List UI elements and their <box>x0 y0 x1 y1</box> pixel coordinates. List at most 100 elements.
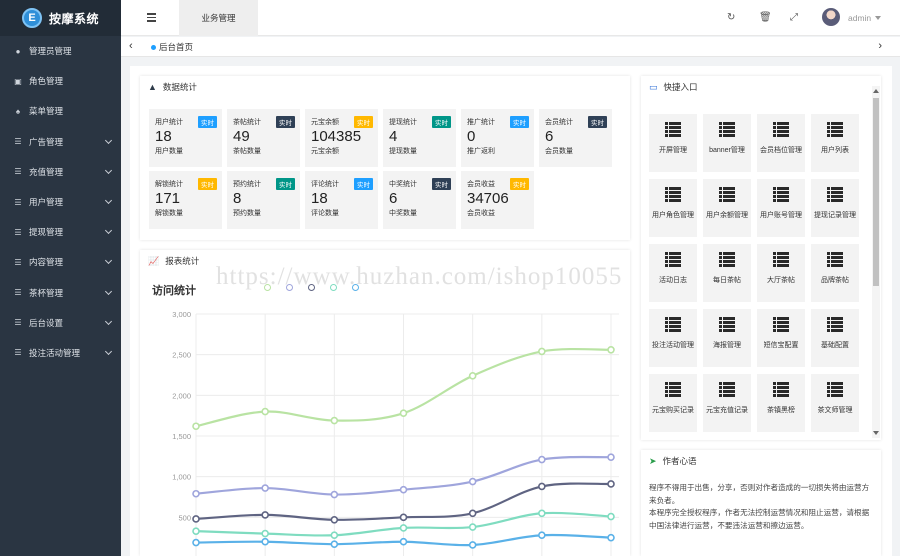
quick-entry-item[interactable]: 开屏管理 <box>649 114 697 172</box>
quick-entry-item[interactable]: 短信宝配置 <box>757 309 805 367</box>
sidebar-item[interactable]: ☰ 提现管理 <box>0 217 121 247</box>
quick-entry-item[interactable]: 提现记录管理 <box>811 179 859 237</box>
user-icon: ● <box>15 46 21 56</box>
top-header: 业务管理 ↻ 🗑 ⤢ admin <box>121 0 900 36</box>
legend-item[interactable] <box>308 284 318 291</box>
chevron-down-icon[interactable] <box>104 287 113 295</box>
chevron-down-icon[interactable] <box>104 347 113 355</box>
realtime-badge: 实时 <box>510 178 529 190</box>
y-tick-label: 2,500 <box>172 351 191 360</box>
quick-entry-scrollbar[interactable] <box>872 86 880 438</box>
fullscreen-icon[interactable]: ⤢ <box>790 12 798 23</box>
sidebar-item[interactable]: ☰ 充值管理 <box>0 157 121 187</box>
tab-dashboard-home[interactable]: 后台首页 <box>159 41 193 53</box>
quick-entry-item[interactable]: 茶镇黑榜 <box>757 374 805 432</box>
legend-item[interactable] <box>330 284 340 291</box>
quick-entry-label: 用户列表 <box>821 147 849 154</box>
sidebar-item[interactable]: ☰ 后台设置 <box>0 308 121 338</box>
data-point <box>330 490 339 499</box>
stat-value: 18 <box>155 128 172 145</box>
sidebar-item-label: 广告管理 <box>29 136 64 147</box>
quick-entry-label: 元宝购买记录 <box>652 407 694 414</box>
quick-entry-item[interactable]: 品牌茶帖 <box>811 244 859 302</box>
data-point <box>468 477 477 486</box>
stat-card: 中奖统计 实时 6 中奖数量 <box>383 171 456 229</box>
quick-entry-panel: ▭ 快捷入口 开屏管理 banner管理 会员档位管理 用户列表 用户角色管理 用户余额管… <box>641 76 881 440</box>
list-icon <box>719 252 735 267</box>
quick-entry-item[interactable]: banner管理 <box>703 114 751 172</box>
legend-item[interactable] <box>352 284 362 291</box>
stat-sublabel: 会员数量 <box>545 148 573 155</box>
quick-entry-item[interactable]: 大厅茶帖 <box>757 244 805 302</box>
sidebar-item[interactable]: ☰ 用户管理 <box>0 187 121 217</box>
sidebar-item-label: 角色管理 <box>29 76 64 87</box>
app-logo[interactable]: E 按摩系统 <box>0 0 121 36</box>
legend-marker-icon <box>352 284 359 291</box>
refresh-icon[interactable]: ↻ <box>727 12 735 23</box>
stat-value: 104385 <box>311 128 362 145</box>
legend-item[interactable] <box>286 284 296 291</box>
list-icon <box>665 122 681 137</box>
list-icon <box>773 382 789 397</box>
quick-entry-item[interactable]: 元宝购买记录 <box>649 374 697 432</box>
y-tick-label: 500 <box>178 513 191 522</box>
trash-icon[interactable]: 🗑 <box>759 12 772 23</box>
stat-sublabel: 预约数量 <box>233 210 261 217</box>
list-icon <box>827 252 843 267</box>
list-icon: ☰ <box>14 348 22 358</box>
data-point <box>330 540 339 548</box>
stat-card: 茶帖统计 实时 49 茶帖数量 <box>227 109 300 167</box>
scroll-up-icon[interactable] <box>873 89 879 93</box>
chevron-down-icon[interactable] <box>104 196 113 204</box>
quick-entry-label: 每日茶帖 <box>713 277 741 284</box>
legend-marker-icon <box>308 284 315 291</box>
quick-entry-item[interactable]: 海报管理 <box>703 309 751 367</box>
scroll-thumb[interactable] <box>873 98 879 286</box>
stat-card: 提现统计 实时 4 提现数量 <box>383 109 456 167</box>
sidebar-item[interactable]: ♠ 菜单管理 <box>0 96 121 126</box>
sidebar-item[interactable]: ☰ 茶杯管理 <box>0 278 121 308</box>
quick-entry-item[interactable]: 每日茶帖 <box>703 244 751 302</box>
sidebar-item-label: 充值管理 <box>29 166 64 177</box>
realtime-badge: 实时 <box>432 116 451 128</box>
sidebar-item[interactable]: ☰ 广告管理 <box>0 127 121 157</box>
scroll-down-icon[interactable] <box>873 431 879 435</box>
tabs-scroll-right-icon[interactable]: › <box>878 40 882 52</box>
sidebar-item[interactable]: ▣ 角色管理 <box>0 66 121 96</box>
sidebar-item[interactable]: ☰ 内容管理 <box>0 247 121 277</box>
stat-value: 6 <box>389 190 398 207</box>
sidebar-item[interactable]: ● 管理员管理 <box>0 36 121 66</box>
tab-business-management[interactable]: 业务管理 <box>179 0 258 36</box>
list-icon <box>827 187 843 202</box>
quick-entry-item[interactable]: 用户角色管理 <box>649 179 697 237</box>
chevron-down-icon[interactable] <box>104 136 113 144</box>
quick-entry-label: 会员档位管理 <box>760 147 802 154</box>
quick-entry-item[interactable]: 投注活动管理 <box>649 309 697 367</box>
tabs-scroll-left-icon[interactable]: ‹ <box>129 40 133 52</box>
quick-entry-label: 元宝充值记录 <box>706 407 748 414</box>
quick-entry-item[interactable]: 用户列表 <box>811 114 859 172</box>
quick-entry-item[interactable]: 茶文师管理 <box>811 374 859 432</box>
user-dropdown-caret-icon[interactable] <box>875 16 881 20</box>
username[interactable]: admin <box>848 13 871 23</box>
chevron-down-icon[interactable] <box>104 257 113 265</box>
avatar[interactable] <box>822 8 840 26</box>
realtime-badge: 实时 <box>588 116 607 128</box>
quick-entry-item[interactable]: 会员档位管理 <box>757 114 805 172</box>
quick-entry-item[interactable]: 基础配置 <box>811 309 859 367</box>
data-point <box>538 347 546 356</box>
quick-entry-item[interactable]: 活动日志 <box>649 244 697 302</box>
chevron-down-icon[interactable] <box>104 166 113 174</box>
quick-entry-label: 开屏管理 <box>659 147 687 154</box>
sidebar-item[interactable]: ☰ 投注活动管理 <box>0 338 121 368</box>
legend-item[interactable] <box>264 284 274 291</box>
stat-sublabel: 茶帖数量 <box>233 148 261 155</box>
quick-entry-item[interactable]: 元宝充值记录 <box>703 374 751 432</box>
chevron-down-icon[interactable] <box>104 317 113 325</box>
data-point <box>399 537 408 546</box>
menu-toggle-icon[interactable] <box>147 13 156 24</box>
chevron-down-icon[interactable] <box>104 227 113 235</box>
quick-entry-item[interactable]: 用户余额管理 <box>703 179 751 237</box>
list-icon <box>827 122 843 137</box>
quick-entry-item[interactable]: 用户账号管理 <box>757 179 805 237</box>
